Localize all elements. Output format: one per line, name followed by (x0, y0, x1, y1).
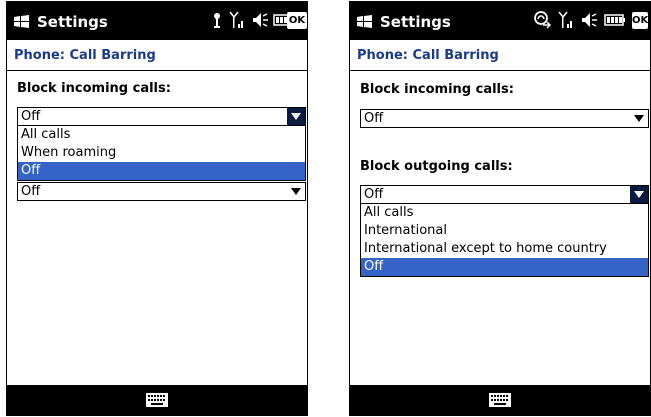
page-header: Phone: Call Barring (7, 40, 307, 71)
incoming-calls-value: Off (21, 109, 41, 124)
ok-button[interactable]: OK (632, 12, 648, 29)
outgoing-calls-value: Off (364, 187, 384, 202)
incoming-calls-label: Block incoming calls: (360, 82, 514, 97)
bottom-bar (7, 385, 307, 415)
outgoing-calls-label: Block outgoing calls: (360, 159, 513, 174)
status-tray: OK (167, 10, 307, 32)
dropdown-arrow-icon[interactable] (287, 183, 305, 200)
option-when-roaming[interactable]: When roaming (18, 144, 305, 162)
dropdown-arrow-icon[interactable] (630, 186, 648, 203)
speaker-icon (582, 13, 597, 27)
option-international-except-home[interactable]: International except to home country (361, 240, 648, 258)
incoming-calls-options: All calls When roaming Off (17, 126, 306, 181)
bottom-bar (350, 385, 650, 415)
title-bar: Settings OK (7, 2, 307, 40)
call-forward-icon (534, 11, 552, 29)
speaker-icon (253, 13, 268, 27)
keyboard-icon[interactable] (146, 393, 168, 407)
windows-start-icon[interactable] (356, 14, 373, 29)
dropdown-arrow-icon[interactable] (287, 108, 305, 125)
outgoing-calls-select[interactable]: Off (360, 185, 649, 204)
antenna-icon (214, 13, 220, 28)
option-all-calls[interactable]: All calls (18, 126, 305, 144)
page-header: Phone: Call Barring (350, 40, 650, 71)
phone-screen-left: Settings OK Phone: Call Barring Block in… (6, 1, 308, 416)
signal-icon (558, 11, 572, 28)
battery-icon (604, 14, 625, 26)
incoming-calls-label: Block incoming calls: (17, 81, 171, 96)
option-off-selected[interactable]: Off (361, 258, 648, 276)
page-title: Phone: Call Barring (14, 48, 156, 63)
page-title: Phone: Call Barring (357, 48, 499, 63)
signal-icon (229, 11, 243, 28)
ok-button[interactable]: OK (287, 12, 307, 29)
option-off-selected[interactable]: Off (18, 162, 305, 180)
phone-screen-right: Settings OK Phone: Call Barring Block in… (349, 1, 651, 416)
incoming-calls-value: Off (364, 111, 384, 126)
option-all-calls[interactable]: All calls (361, 204, 648, 222)
outgoing-calls-value: Off (21, 184, 41, 199)
app-title: Settings (380, 13, 451, 31)
title-bar: Settings OK (350, 2, 650, 40)
incoming-calls-select[interactable]: Off (360, 109, 649, 128)
keyboard-icon[interactable] (489, 393, 511, 407)
option-international[interactable]: International (361, 222, 648, 240)
incoming-calls-select[interactable]: Off (17, 107, 306, 126)
dropdown-arrow-icon[interactable] (630, 110, 648, 127)
status-tray: OK (490, 10, 650, 32)
outgoing-calls-select[interactable]: Off (17, 182, 306, 201)
outgoing-calls-options: All calls International International ex… (360, 204, 649, 277)
app-title: Settings (37, 13, 108, 31)
windows-start-icon[interactable] (13, 14, 30, 29)
